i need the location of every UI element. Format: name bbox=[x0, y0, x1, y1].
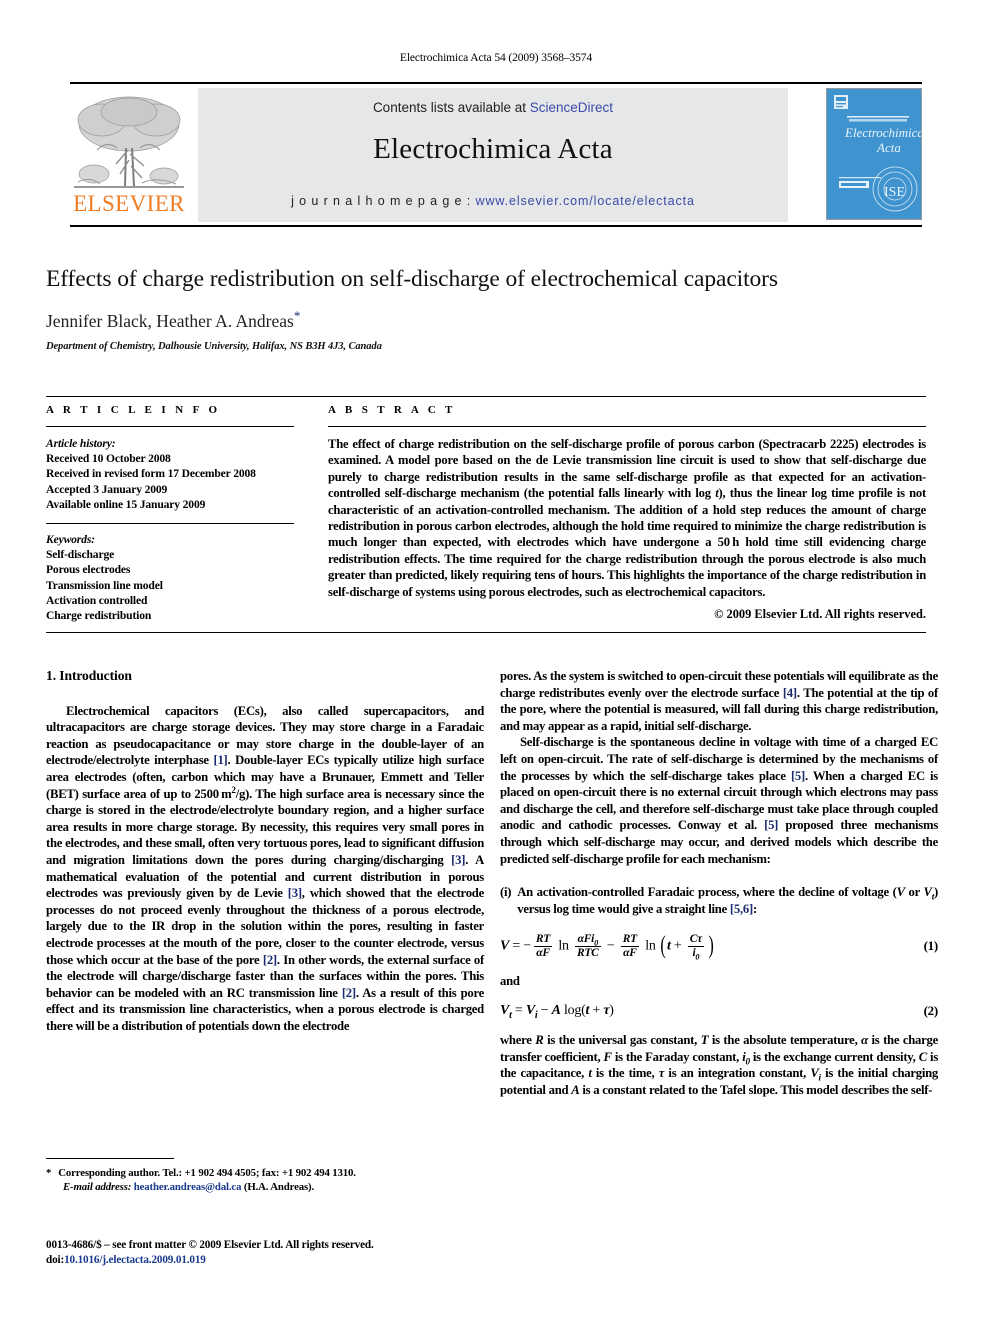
journal-cover-thumbnail[interactable]: Electrochimica Acta ISE bbox=[826, 88, 922, 220]
doi-link[interactable]: 10.1016/j.electacta.2009.01.019 bbox=[64, 1254, 206, 1266]
masthead-band: Contents lists available at ScienceDirec… bbox=[198, 88, 788, 222]
contents-prefix: Contents lists available at bbox=[372, 100, 530, 115]
article-history-label: Article history: bbox=[46, 437, 116, 450]
footnote-text: Corresponding author. Tel.: +1 902 494 4… bbox=[58, 1167, 356, 1179]
citation-3[interactable]: [3] bbox=[288, 886, 302, 900]
svg-text:Electrochimica: Electrochimica bbox=[844, 125, 921, 140]
article-info-label: A R T I C L E I N F O bbox=[46, 404, 221, 416]
keyword-item: Charge redistribution bbox=[46, 609, 152, 623]
paragraph: where R is the universal gas constant, T… bbox=[500, 1033, 939, 1098]
footnote-marker: * bbox=[46, 1167, 52, 1179]
imprint-block: 0013-4686/$ – see front matter © 2009 El… bbox=[46, 1238, 516, 1267]
citation-5[interactable]: [5] bbox=[791, 769, 805, 783]
equation-1-row: V = − RT αF ln αFi0 RTC − RT αF ln (t + Cτ i0… bbox=[500, 932, 939, 962]
abstract-column: A B S T R A C T The effect of charge red… bbox=[328, 404, 926, 622]
body-column-left: 1. Introduction Electrochemical capacito… bbox=[46, 668, 484, 1034]
author-list: Jennifer Black, Heather A. Andreas* bbox=[46, 308, 926, 332]
abstract-rule bbox=[328, 426, 926, 427]
email-line: E-mail address: heather.andreas@dal.ca (… bbox=[46, 1180, 484, 1194]
section-heading-introduction: 1. Introduction bbox=[46, 668, 132, 683]
keyword-item: Porous electrodes bbox=[46, 563, 131, 577]
abstract-text: The effect of charge redistribution on t… bbox=[328, 437, 926, 599]
homepage-prefix: j o u r n a l h o m e p a g e : bbox=[291, 194, 476, 208]
equation-1-number: (1) bbox=[923, 938, 939, 954]
elsevier-tree-icon bbox=[74, 96, 184, 188]
article-info-column: A R T I C L E I N F O Article history: R… bbox=[46, 404, 294, 623]
history-item: Available online 15 January 2009 bbox=[46, 497, 206, 511]
article-history: Article history: Received 10 October 200… bbox=[46, 436, 294, 512]
article-page: Electrochimica Acta 54 (2009) 3568–3574 bbox=[0, 0, 992, 1323]
issn-frontmatter-line: 0013-4686/$ – see front matter © 2009 El… bbox=[46, 1239, 374, 1251]
svg-text:Acta: Acta bbox=[876, 140, 901, 155]
journal-homepage-link[interactable]: www.elsevier.com/locate/electacta bbox=[476, 194, 695, 208]
affiliation: Department of Chemistry, Dalhousie Unive… bbox=[46, 340, 382, 352]
keyword-item: Transmission line model bbox=[46, 578, 163, 592]
citation-1[interactable]: [1] bbox=[213, 753, 227, 767]
abstract-var-t: t bbox=[715, 486, 719, 501]
title-block: Effects of charge redistribution on self… bbox=[46, 266, 926, 352]
corresponding-author-note: * Corresponding author. Tel.: +1 902 494… bbox=[46, 1166, 484, 1180]
equation-2-number: (2) bbox=[923, 1002, 939, 1018]
history-item: Received in revised form 17 December 200… bbox=[46, 467, 256, 481]
abstract-copyright: © 2009 Elsevier Ltd. All rights reserved… bbox=[714, 607, 926, 622]
page-title: Effects of charge redistribution on self… bbox=[46, 266, 778, 292]
corresponding-author-marker: * bbox=[293, 308, 301, 323]
history-item: Accepted 3 January 2009 bbox=[46, 482, 168, 496]
sciencedirect-link[interactable]: ScienceDirect bbox=[530, 100, 613, 115]
footnote-rule bbox=[46, 1158, 174, 1159]
info-top-rule bbox=[46, 396, 926, 397]
keyword-item: Activation controlled bbox=[46, 593, 148, 607]
email-label: E-mail address: bbox=[63, 1181, 132, 1193]
equation-2-row: Vt = Vi − A log(t + τ) (2) bbox=[500, 1003, 938, 1020]
citation-4[interactable]: [4] bbox=[783, 686, 797, 700]
journal-title: Electrochimica Acta bbox=[373, 133, 613, 165]
doi-line: doi:10.1016/j.electacta.2009.01.019 bbox=[46, 1253, 516, 1268]
list-item: (i) An activation-controlled Faradaic pr… bbox=[500, 884, 938, 917]
citation-5-6[interactable]: [5,6] bbox=[730, 902, 753, 916]
citation-2[interactable]: [2] bbox=[342, 986, 356, 1000]
article-info-rule bbox=[46, 426, 294, 427]
keywords-label: Keywords: bbox=[46, 533, 95, 547]
cover-artwork: Electrochimica Acta ISE bbox=[827, 89, 921, 219]
list-item-text: An activation-controlled Faradaic proces… bbox=[517, 885, 938, 916]
keyword-item: Self-discharge bbox=[46, 548, 115, 562]
contents-line: Contents lists available at ScienceDirec… bbox=[198, 100, 788, 115]
elsevier-wordmark: ELSEVIER bbox=[73, 191, 185, 216]
running-head: Electrochimica Acta 54 (2009) 3568–3574 bbox=[399, 52, 593, 64]
footnote-block: * Corresponding author. Tel.: +1 902 494… bbox=[46, 1158, 484, 1194]
email-suffix: (H.A. Andreas). bbox=[243, 1181, 315, 1193]
equation-connector: and bbox=[500, 974, 520, 989]
equation-1: V = − RT αF ln αFi0 RTC − RT αF ln (t + Cτ i0… bbox=[500, 932, 714, 962]
list-item-number: (i) bbox=[500, 885, 512, 900]
author-names: Jennifer Black, Heather A. Andreas bbox=[46, 310, 294, 331]
paragraph: Electrochemical capacitors (ECs), also c… bbox=[46, 703, 485, 1033]
keywords-block: Keywords: Self-discharge Porous electrod… bbox=[46, 532, 294, 623]
abstract-bottom-rule bbox=[46, 632, 926, 633]
equation-2: Vt = Vi − A log(t + τ) bbox=[500, 1002, 614, 1021]
svg-text:ISE: ISE bbox=[884, 185, 905, 200]
mechanism-list: (i) An activation-controlled Faradaic pr… bbox=[500, 884, 938, 917]
paragraph: Self-discharge is the spontaneous declin… bbox=[500, 735, 939, 866]
abstract-label: A B S T R A C T bbox=[328, 404, 456, 416]
email-link[interactable]: heather.andreas@dal.ca bbox=[134, 1181, 242, 1193]
paragraph: pores. As the system is switched to open… bbox=[500, 669, 938, 733]
journal-masthead: ELSEVIER Contents lists available at Sci… bbox=[70, 82, 922, 227]
journal-homepage-line: j o u r n a l h o m e p a g e : www.else… bbox=[198, 194, 788, 208]
body-column-right: pores. As the system is switched to open… bbox=[500, 668, 938, 1099]
keywords-rule bbox=[46, 523, 294, 525]
citation-2[interactable]: [2] bbox=[263, 953, 277, 967]
elsevier-logo: ELSEVIER bbox=[70, 88, 188, 221]
history-item: Received 10 October 2008 bbox=[46, 452, 171, 466]
citation-3[interactable]: [3] bbox=[451, 853, 465, 867]
citation-5[interactable]: [5] bbox=[764, 818, 778, 832]
doi-label: doi: bbox=[46, 1253, 65, 1266]
